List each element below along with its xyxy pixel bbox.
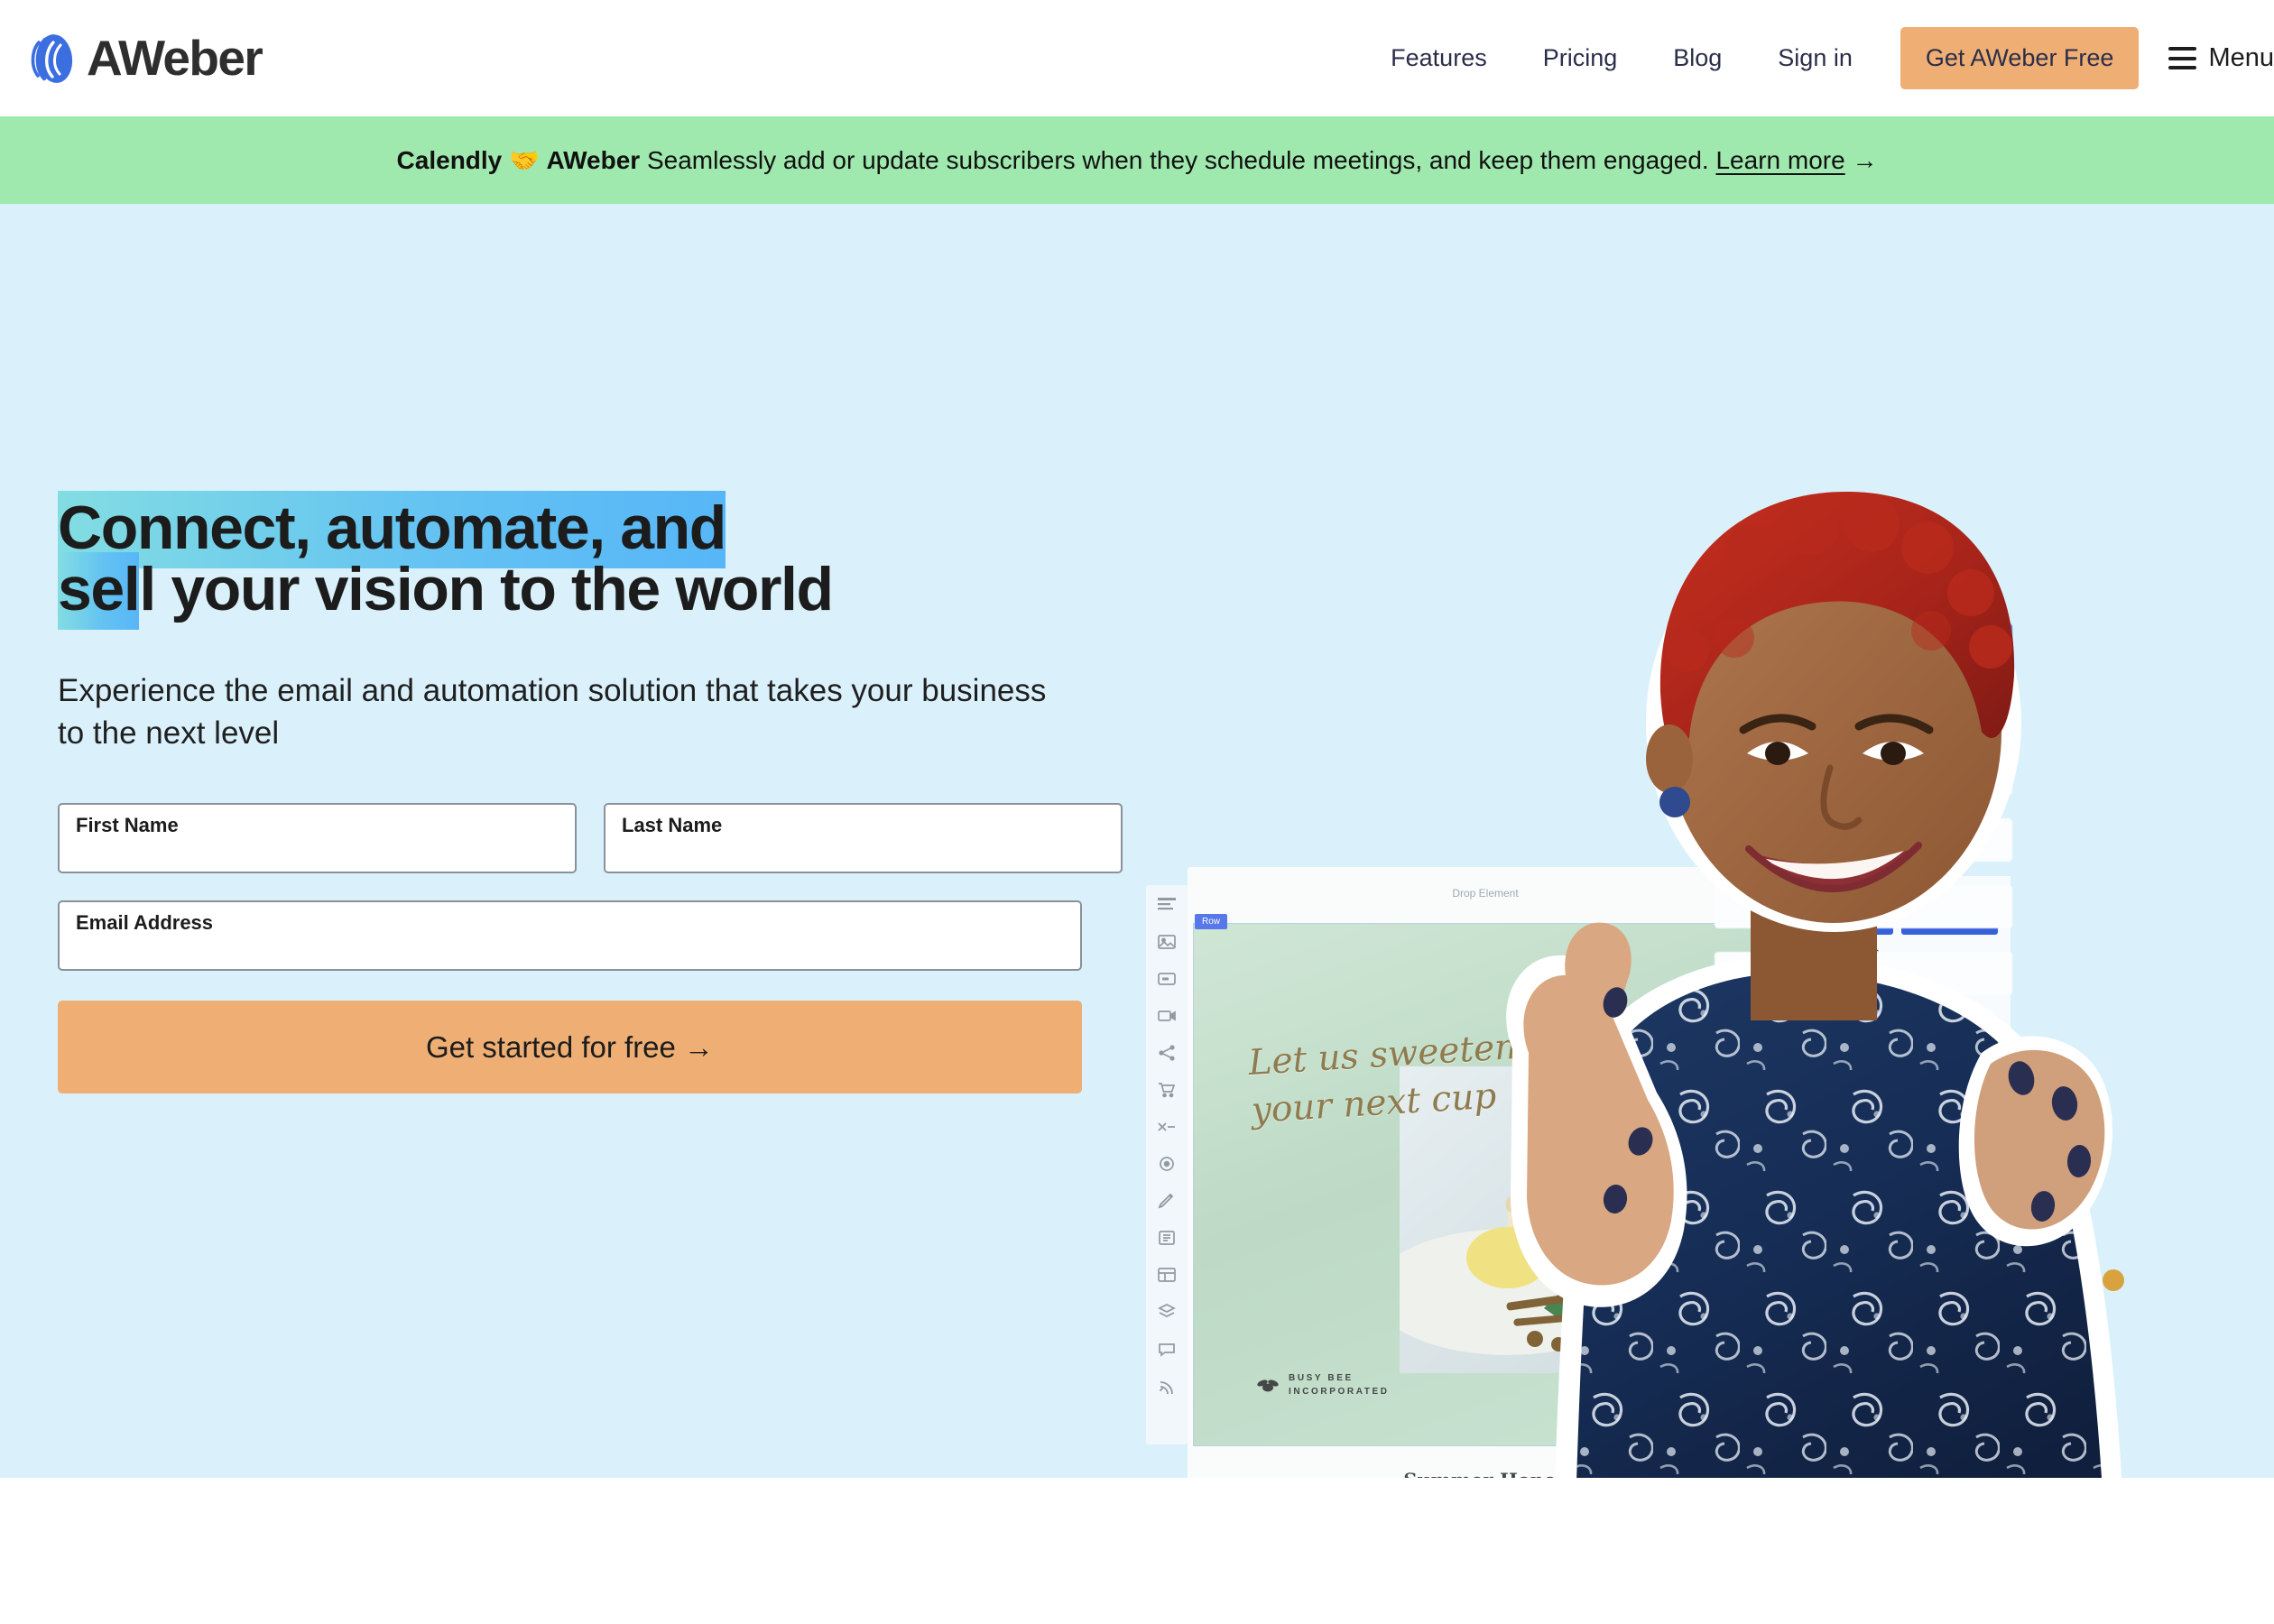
first-name-field[interactable]: First Name bbox=[58, 803, 577, 874]
last-name-field[interactable]: Last Name bbox=[604, 803, 1123, 874]
divider-block-icon bbox=[1157, 1118, 1177, 1136]
hamburger-menu-icon bbox=[2168, 47, 2197, 69]
hero-headline: Connect, automate, and sell your vision … bbox=[58, 491, 1123, 630]
nav-link-blog[interactable]: Blog bbox=[1645, 46, 1750, 70]
hero-headline-rest: l your vision to the world bbox=[139, 555, 834, 623]
hero-artwork: aign: On Subscribe Send Message: Thanks … bbox=[1146, 204, 2274, 1478]
image-block-icon bbox=[1157, 933, 1177, 951]
brand-line-2: INCORPORATED bbox=[1289, 1386, 1390, 1397]
announcement-banner: Calendly 🤝 AWeber Seamlessly add or upda… bbox=[0, 116, 2274, 204]
get-started-for-free-button[interactable]: Get started for free → bbox=[58, 1001, 1082, 1094]
busy-bee-text: BUSY BEE INCORPORATED bbox=[1289, 1372, 1390, 1398]
nav-link-features[interactable]: Features bbox=[1363, 46, 1515, 70]
signature-block-icon bbox=[1157, 1192, 1177, 1210]
banner-message: Seamlessly add or update subscribers whe… bbox=[646, 145, 1709, 174]
bee-icon bbox=[1257, 1379, 1279, 1391]
last-name-input[interactable] bbox=[605, 805, 1121, 872]
text-block-icon bbox=[1157, 896, 1177, 914]
stack-block-icon bbox=[1157, 1303, 1177, 1321]
primary-navigation: Features Pricing Blog Sign in Get AWeber… bbox=[1363, 27, 2274, 89]
button-block-icon bbox=[1157, 970, 1177, 988]
brand-line-1: BUSY BEE bbox=[1289, 1373, 1354, 1383]
editor-tool-sidebar bbox=[1146, 885, 1188, 1444]
aweber-wave-logo-icon bbox=[27, 31, 83, 87]
comment-block-icon bbox=[1157, 1340, 1177, 1358]
announcement-text: Calendly 🤝 AWeber Seamlessly add or upda… bbox=[396, 145, 1878, 174]
menu-label: Menu bbox=[2208, 43, 2274, 72]
video-block-icon bbox=[1157, 1007, 1177, 1025]
menu-toggle[interactable]: Menu bbox=[2168, 45, 2274, 71]
nav-link-sign-in[interactable]: Sign in bbox=[1750, 46, 1881, 70]
email-field[interactable]: Email Address bbox=[58, 900, 1082, 972]
row-tag-badge: Row bbox=[1195, 914, 1228, 929]
share-block-icon bbox=[1157, 1044, 1177, 1062]
logo-wordmark: AWeber bbox=[87, 30, 263, 86]
banner-learn-more-link[interactable]: Learn more bbox=[1715, 146, 1844, 174]
product-block-icon bbox=[1157, 1081, 1177, 1099]
banner-arrow-icon: → bbox=[1852, 145, 1878, 174]
hero-subheadline: Experience the email and automation solu… bbox=[58, 673, 1047, 751]
signup-form: First Name Last Name Email Address Get s… bbox=[58, 803, 1123, 1094]
email-input[interactable] bbox=[60, 902, 1080, 970]
first-name-input[interactable] bbox=[60, 805, 575, 872]
code-block-icon bbox=[1157, 1229, 1177, 1247]
get-aweber-free-button[interactable]: Get AWeber Free bbox=[1900, 27, 2140, 89]
hero-person-photo bbox=[1506, 491, 2124, 1478]
banner-brand-aweber: AWeber bbox=[546, 145, 641, 174]
hero-headline-highlight-line2: sel bbox=[58, 552, 141, 630]
hero-section: aign: On Subscribe Send Message: Thanks … bbox=[0, 204, 2274, 1478]
banner-brand-calendly: Calendly bbox=[396, 145, 503, 174]
social-block-icon bbox=[1157, 1155, 1177, 1173]
name-fields-row: First Name Last Name bbox=[58, 803, 1123, 874]
nav-link-pricing[interactable]: Pricing bbox=[1515, 46, 1646, 70]
layout-block-icon bbox=[1157, 1266, 1177, 1284]
rss-block-icon bbox=[1157, 1377, 1177, 1395]
hero-clip: aign: On Subscribe Send Message: Thanks … bbox=[0, 204, 2274, 1478]
handshake-icon: 🤝 bbox=[509, 146, 540, 174]
site-header: AWeber Features Pricing Blog Sign in Get… bbox=[0, 0, 2274, 116]
busy-bee-logo: BUSY BEE INCORPORATED bbox=[1255, 1372, 1390, 1398]
aweber-logo[interactable]: AWeber bbox=[27, 30, 263, 87]
hero-copy: Connect, automate, and sell your vision … bbox=[58, 491, 1123, 1094]
